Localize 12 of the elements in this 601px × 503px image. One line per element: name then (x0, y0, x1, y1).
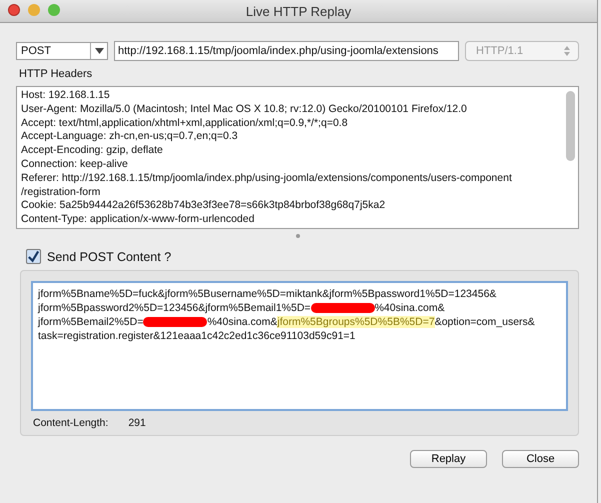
content-length-value: 291 (128, 417, 146, 429)
post-content-field[interactable]: jform%5Bname%5D=fuck&jform%5Busername%5D=miktank&jform%5Bpassword1%5D=123456& jform%5Bpassword2%5D=123456&jform%5Bemail1%5D= %40sina.com& jform%5Bemail2%5D= %40sina.com&jform%5Bgroups%5D%5B%5D=7&option=com_users& task=registration.register&121eaaa1c42c2ed1c36ce91103d59c91=1 (31, 281, 568, 411)
replay-button[interactable]: Replay (410, 450, 487, 468)
headers-label: HTTP Headers (19, 68, 94, 80)
method-dropdown[interactable]: POST (16, 42, 108, 60)
send-post-label: Send POST Content ? (47, 250, 172, 264)
window-title: Live HTTP Replay (246, 4, 352, 18)
content-length-label: Content-Length: (33, 417, 108, 429)
url-field[interactable]: http://192.168.1.15/tmp/joomla/index.php/using-joomla/extensions (114, 41, 459, 61)
close-button[interactable]: Close (502, 450, 579, 468)
headers-text-area[interactable]: Host: 192.168.1.15 User-Agent: Mozilla/5.0 (Macintosh; Intel Mac OS X 10.8; rv:12.0) Gecko/20100101 Firefox/12.0 Accept: text/html,application/xhtml+xml,application/xml;q=0.9,*/*;q=0.8 Accept-Language: zh-cn,en-us;q=0.7,en;q=0.3 Accept-Encoding: gzip, deflate Connection: keep-alive Referer: http://192.168.1.15/tmp/joomla/index.php/using-joomla/extensions/components/users-component /registration-form Cookie: 5a25b94442a26f53628b74b3e3f3ee78=s66k3tp84brbof38g68q7j5ka2 Content-Type: application/x-www-form-urlencoded (16, 86, 579, 229)
highlighted-text: jform%5Bgroups%5D%5B%5D=7 (277, 316, 435, 328)
